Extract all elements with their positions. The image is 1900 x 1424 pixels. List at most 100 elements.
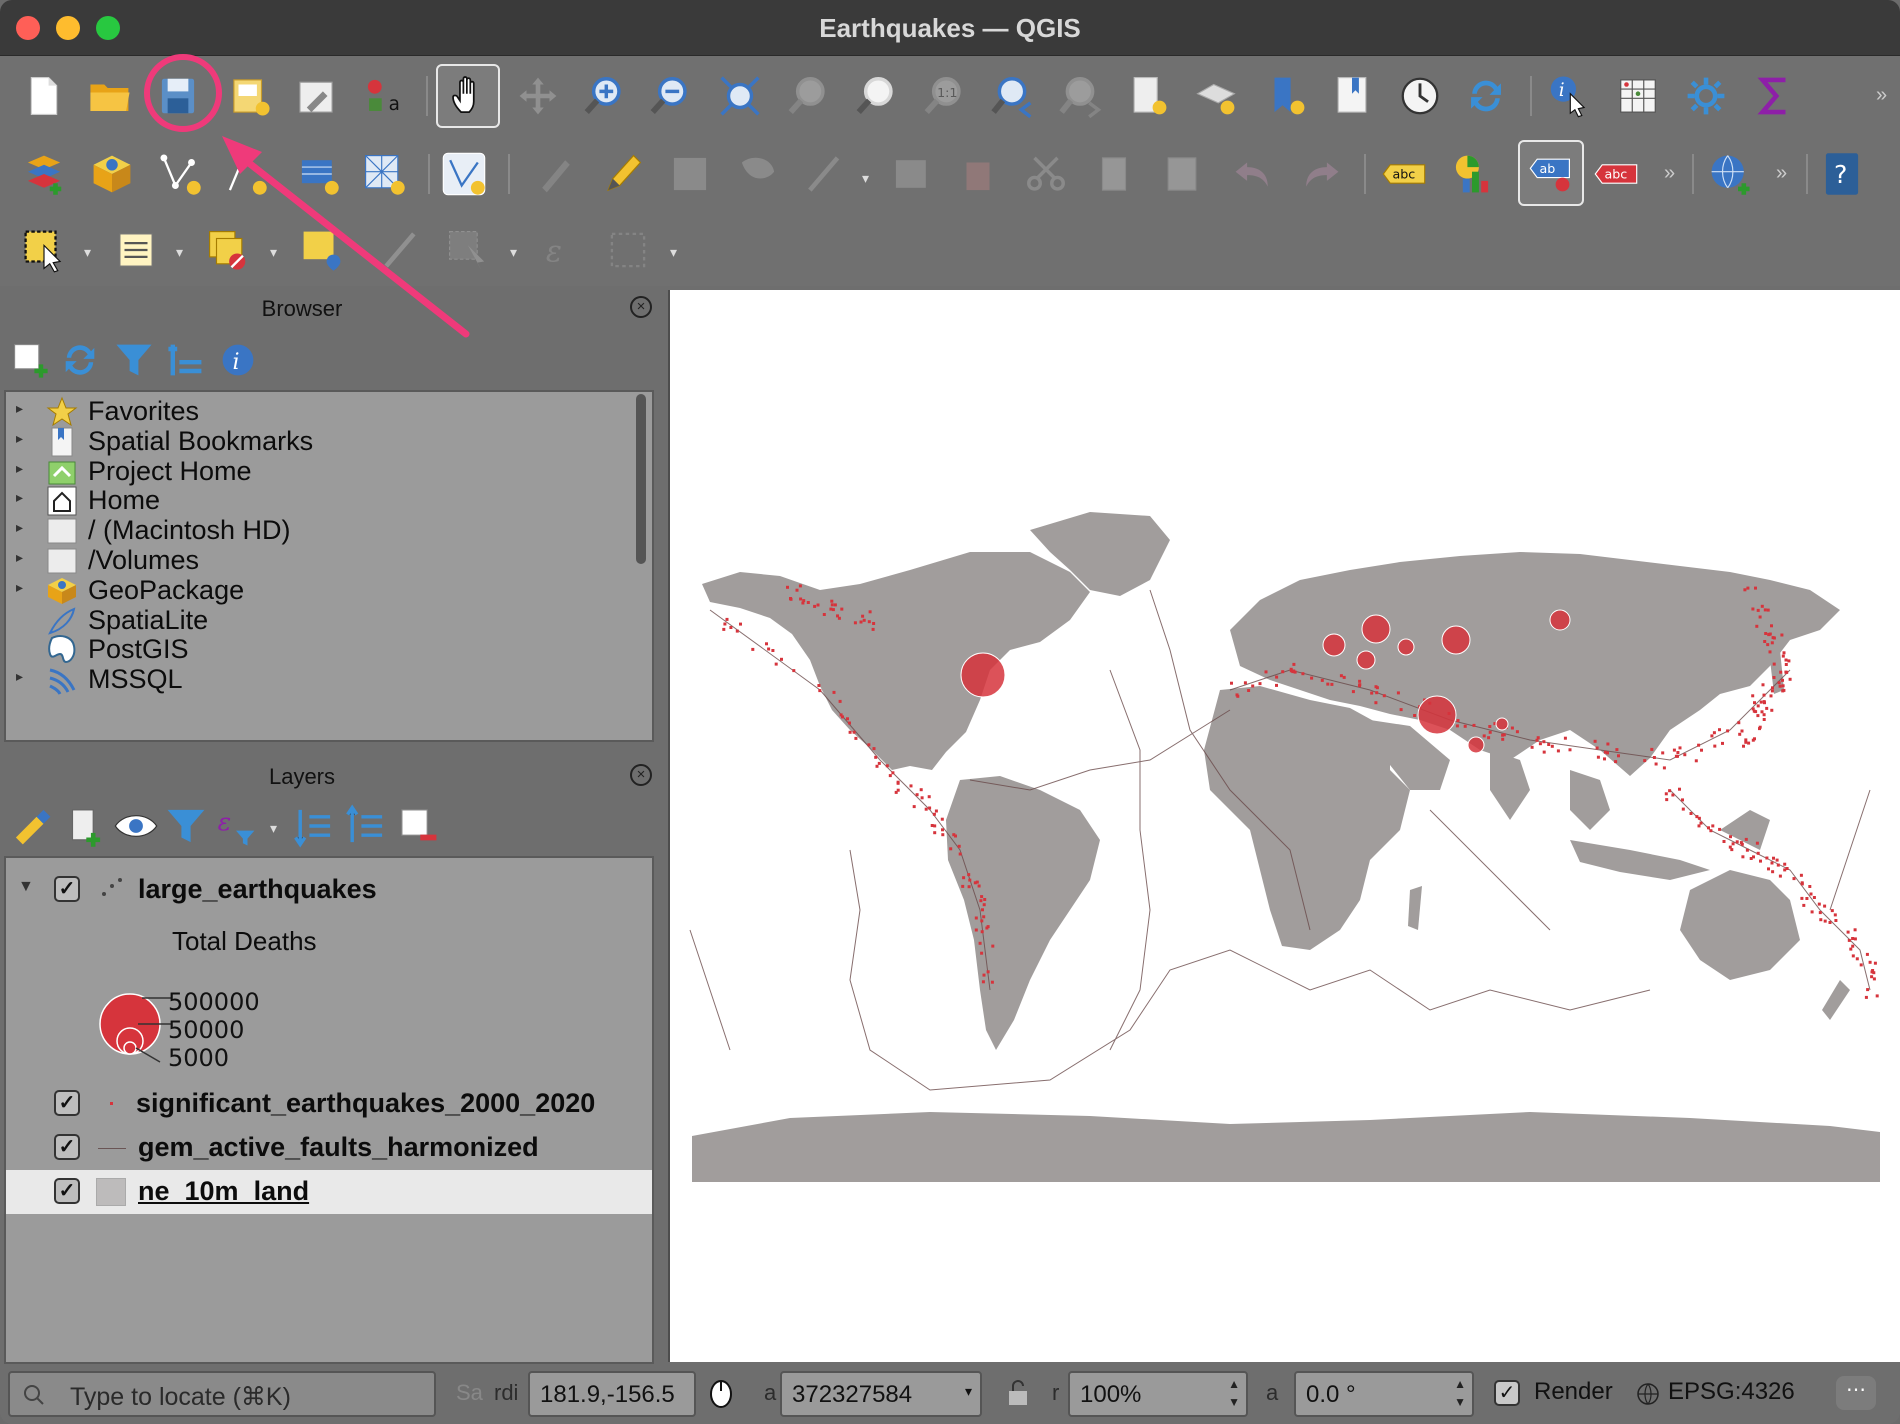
layer-significant-earthquakes[interactable]: ✓ significant_earthquakes_2000_2020 (6, 1082, 652, 1126)
show-bookmarks-icon[interactable] (1324, 68, 1380, 124)
label-red-icon[interactable]: abc (1588, 146, 1644, 202)
browser-refresh-icon[interactable] (58, 338, 102, 382)
crs-globe-icon[interactable] (1636, 1382, 1660, 1406)
paste-features-icon[interactable] (1154, 146, 1210, 202)
filter-icon[interactable] (112, 338, 156, 382)
delete-selected-icon[interactable] (950, 146, 1006, 202)
new-project-icon[interactable] (16, 68, 72, 124)
label-toolbar-icon[interactable]: abc (1376, 146, 1432, 202)
manage-visibility-icon[interactable] (112, 802, 160, 850)
data-source-manager-icon[interactable] (16, 146, 72, 202)
zoom-to-selection-icon[interactable] (780, 68, 836, 124)
browser-panel-close-icon[interactable]: × (630, 296, 652, 318)
collapse-arrow-icon[interactable]: ▼ (18, 878, 34, 896)
rotation-field[interactable]: 0.0 ° ▲ ▼ (1294, 1371, 1474, 1417)
copy-features-icon[interactable] (1086, 146, 1142, 202)
highlight-label-icon[interactable]: ab (1518, 140, 1584, 206)
collapse-all-icon[interactable] (164, 338, 208, 382)
identify-features-icon[interactable] (440, 222, 496, 278)
expand-arrow-icon[interactable]: ▸ (16, 400, 23, 417)
new-spatialite-layer-icon[interactable] (356, 146, 412, 202)
style-manager-icon[interactable] (288, 68, 344, 124)
expand-arrow-icon[interactable]: ▸ (16, 579, 23, 596)
spin-arrows-icon[interactable]: ▲ ▼ (1454, 1375, 1466, 1411)
locator-search[interactable]: Type to locate (⌘K) (8, 1371, 436, 1417)
layer-visibility-checkbox[interactable]: ✓ (54, 1134, 80, 1160)
render-checkbox[interactable]: ✓ (1494, 1380, 1520, 1406)
new-temp-layer-icon[interactable] (218, 146, 274, 202)
new-3d-map-view-icon[interactable] (1188, 68, 1244, 124)
spin-arrows-icon[interactable]: ▲ ▼ (1228, 1375, 1240, 1411)
open-styling-icon[interactable] (8, 802, 56, 850)
zoom-native-icon[interactable]: 1:1 (916, 68, 972, 124)
lock-icon[interactable] (1006, 1378, 1030, 1408)
layer-visibility-checkbox[interactable]: ✓ (54, 1090, 80, 1116)
undo-icon[interactable] (1226, 146, 1282, 202)
temporal-controller-icon[interactable] (1392, 68, 1448, 124)
expand-arrow-icon[interactable]: ▸ (16, 489, 23, 506)
expression-icon[interactable] (600, 222, 656, 278)
select-by-value-icon[interactable] (108, 222, 164, 278)
expand-arrow-icon[interactable]: ▸ (16, 519, 23, 536)
attribute-table-icon[interactable] (1610, 68, 1666, 124)
layer-visibility-checkbox[interactable]: ✓ (54, 876, 80, 902)
help-icon[interactable]: ? (1814, 146, 1870, 202)
filter-expression-icon[interactable]: ε (212, 802, 260, 850)
toolbar-overflow-icon[interactable]: » (1876, 84, 1887, 107)
browser-item-mssql[interactable]: ▸ MSSQL (6, 662, 626, 698)
zoom-full-icon[interactable] (712, 68, 768, 124)
new-bookmark-icon[interactable] (1258, 68, 1314, 124)
refresh-icon[interactable] (1458, 68, 1514, 124)
map-canvas[interactable] (668, 290, 1900, 1362)
expand-arrow-icon[interactable]: ▸ (16, 549, 23, 566)
crs-label[interactable]: EPSG:4326 (1668, 1378, 1795, 1406)
zoom-out-icon[interactable] (642, 68, 698, 124)
new-map-view-icon[interactable] (1120, 68, 1176, 124)
zoom-to-layer-icon[interactable] (848, 68, 904, 124)
zoom-last-icon[interactable] (984, 68, 1040, 124)
layer-large-earthquakes[interactable]: ▼ ✓ large_earthquakes (6, 868, 652, 912)
select-features-icon[interactable] (16, 222, 72, 278)
layer-visibility-checkbox[interactable]: ✓ (54, 1178, 80, 1204)
chevron-down-icon[interactable]: ▾ (965, 1383, 972, 1400)
layer-land[interactable]: ✓ ne_10m_land (6, 1170, 652, 1214)
magnifier-field[interactable]: 100% ▲ ▼ (1068, 1371, 1248, 1417)
settings-icon[interactable] (1678, 68, 1734, 124)
expand-arrow-icon[interactable]: ▸ (16, 460, 23, 477)
collapse-layers-icon[interactable] (342, 802, 390, 850)
label-toolbar-overflow-icon[interactable]: » (1664, 162, 1675, 185)
new-shapefile-layer-icon[interactable] (152, 146, 208, 202)
expand-arrow-icon[interactable]: ▸ (16, 668, 23, 685)
new-virtual-layer-icon[interactable] (290, 146, 346, 202)
layers-panel-close-icon[interactable]: × (630, 764, 652, 786)
identify-icon[interactable]: i (1540, 68, 1596, 124)
web-toolbar-overflow-icon[interactable]: » (1776, 162, 1787, 185)
properties-icon[interactable]: i (216, 338, 260, 382)
coordinate-field[interactable]: 181.9,-156.5 (528, 1371, 696, 1417)
web-services-icon[interactable] (1702, 146, 1758, 202)
open-project-icon[interactable] (82, 68, 138, 124)
statistics-icon[interactable] (1746, 68, 1802, 124)
zoom-in-icon[interactable] (576, 68, 632, 124)
add-polygon-icon[interactable] (730, 146, 786, 202)
remove-layer-icon[interactable] (394, 802, 442, 850)
add-group-icon[interactable] (60, 802, 108, 850)
browser-scrollbar[interactable] (636, 394, 646, 564)
diagram-icon[interactable] (1444, 146, 1500, 202)
expand-arrow-icon[interactable]: ▸ (16, 430, 23, 447)
layer-styling-icon[interactable]: a (356, 68, 412, 124)
measure-icon[interactable] (372, 222, 428, 278)
toggle-editing-icon[interactable] (594, 146, 650, 202)
filter-legend-icon[interactable] (162, 802, 210, 850)
save-edits-icon[interactable] (662, 146, 718, 202)
zoom-next-icon[interactable] (1052, 68, 1108, 124)
current-edits-icon[interactable] (528, 146, 584, 202)
modify-attributes-icon[interactable] (884, 146, 940, 202)
new-geopackage-layer-icon[interactable] (84, 146, 140, 202)
pan-to-selection-icon[interactable] (510, 68, 566, 124)
field-calculator-icon[interactable]: ε (534, 222, 590, 278)
deselect-icon[interactable] (200, 222, 256, 278)
digitize-icon[interactable] (436, 146, 492, 202)
scale-field[interactable]: 372327584 ▾ (780, 1371, 982, 1417)
layer-active-faults[interactable]: ✓ gem_active_faults_harmonized (6, 1126, 652, 1170)
